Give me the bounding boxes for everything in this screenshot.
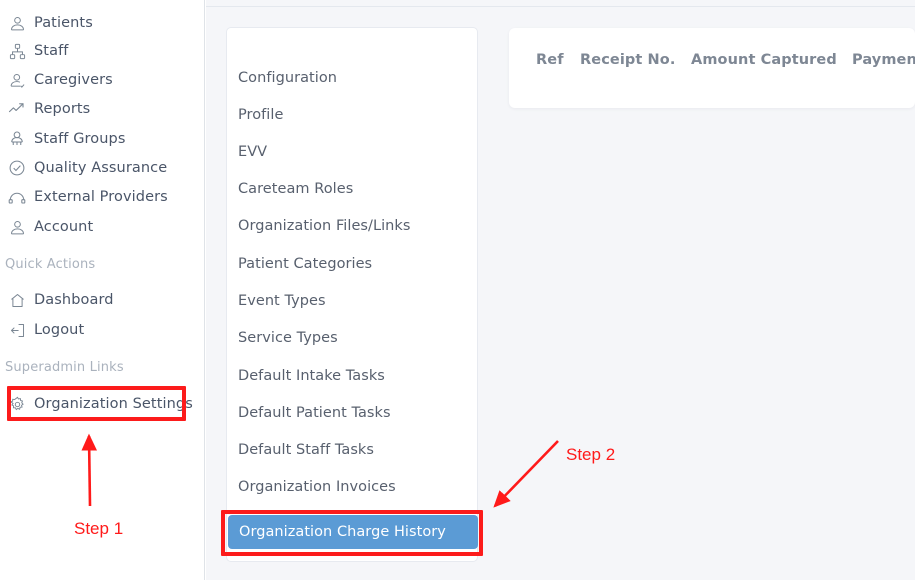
gear-icon — [0, 396, 34, 413]
menu-item-patient-categories[interactable]: Patient Categories — [227, 247, 477, 281]
menu-item-default-staff-tasks[interactable]: Default Staff Tasks — [227, 433, 477, 467]
sidebar-section-quick-actions: Quick Actions — [5, 257, 95, 272]
line-chart-icon — [0, 100, 34, 118]
sidebar-item-label: Reports — [34, 101, 90, 117]
sidebar-item-staff-groups[interactable]: Staff Groups — [0, 124, 205, 154]
sidebar-item-organization-settings[interactable]: Organization Settings — [0, 389, 205, 419]
sidebar-item-caregivers[interactable]: Caregivers — [0, 65, 205, 95]
sidebar-item-label: Organization Settings — [34, 396, 193, 412]
sidebar-item-quality-assurance[interactable]: Quality Assurance — [0, 153, 205, 183]
menu-item-profile[interactable]: Profile — [227, 98, 477, 132]
sidebar-section-superadmin-links: Superadmin Links — [5, 360, 124, 375]
sidebar-item-label: Patients — [34, 15, 93, 31]
charge-history-table-card — [509, 28, 915, 108]
sidebar-item-reports[interactable]: Reports — [0, 94, 205, 124]
sidebar-item-label: Caregivers — [34, 72, 113, 88]
menu-item-default-intake-tasks[interactable]: Default Intake Tasks — [227, 359, 477, 393]
sidebar-item-staff[interactable]: Staff — [0, 36, 205, 66]
menu-item-service-types[interactable]: Service Types — [227, 321, 477, 355]
check-circle-icon — [0, 159, 34, 177]
sidebar-item-label: External Providers — [34, 189, 168, 205]
table-header-receipt-no: Receipt No. — [580, 52, 675, 68]
home-icon — [0, 292, 34, 309]
sidebar-item-label: Staff Groups — [34, 131, 126, 147]
menu-item-configuration[interactable]: Configuration — [227, 61, 477, 95]
sidebar-item-label: Staff — [34, 43, 68, 59]
providers-icon — [0, 188, 34, 206]
sidebar-item-patients[interactable]: Patients — [0, 8, 205, 38]
sidebar-item-external-providers[interactable]: External Providers — [0, 182, 205, 212]
user-icon — [0, 15, 34, 32]
sidebar: Patients Staff Caregivers Reports — [0, 0, 205, 580]
sidebar-item-label: Logout — [34, 322, 84, 338]
sidebar-item-label: Account — [34, 219, 93, 235]
sidebar-item-account[interactable]: Account — [0, 212, 205, 242]
menu-item-evv[interactable]: EVV — [227, 135, 477, 169]
menu-item-organization-invoices[interactable]: Organization Invoices — [227, 470, 477, 504]
table-header-payment-method: Payment M — [852, 52, 915, 68]
content-top-divider — [206, 6, 915, 7]
table-header-amount-captured: Amount Captured — [691, 52, 837, 68]
org-chart-icon — [0, 43, 34, 60]
table-header-ref: Ref — [536, 52, 564, 68]
organization-settings-menu: Configuration Profile EVV Careteam Roles… — [226, 27, 478, 562]
step2-label: Step 2 — [566, 445, 615, 465]
sidebar-item-dashboard[interactable]: Dashboard — [0, 285, 205, 315]
menu-item-organization-files-links[interactable]: Organization Files/Links — [227, 209, 477, 243]
menu-item-organization-charge-history[interactable]: Organization Charge History — [228, 515, 478, 549]
sidebar-item-label: Dashboard — [34, 292, 114, 308]
menu-item-event-types[interactable]: Event Types — [227, 284, 477, 318]
sidebar-item-label: Quality Assurance — [34, 160, 167, 176]
step1-label: Step 1 — [74, 519, 123, 539]
logout-icon — [0, 322, 34, 339]
user-group-icon — [0, 130, 34, 148]
sidebar-item-logout[interactable]: Logout — [0, 315, 205, 345]
user-check-icon — [0, 72, 34, 89]
user-icon — [0, 219, 34, 236]
menu-item-default-patient-tasks[interactable]: Default Patient Tasks — [227, 396, 477, 430]
menu-item-careteam-roles[interactable]: Careteam Roles — [227, 172, 477, 206]
